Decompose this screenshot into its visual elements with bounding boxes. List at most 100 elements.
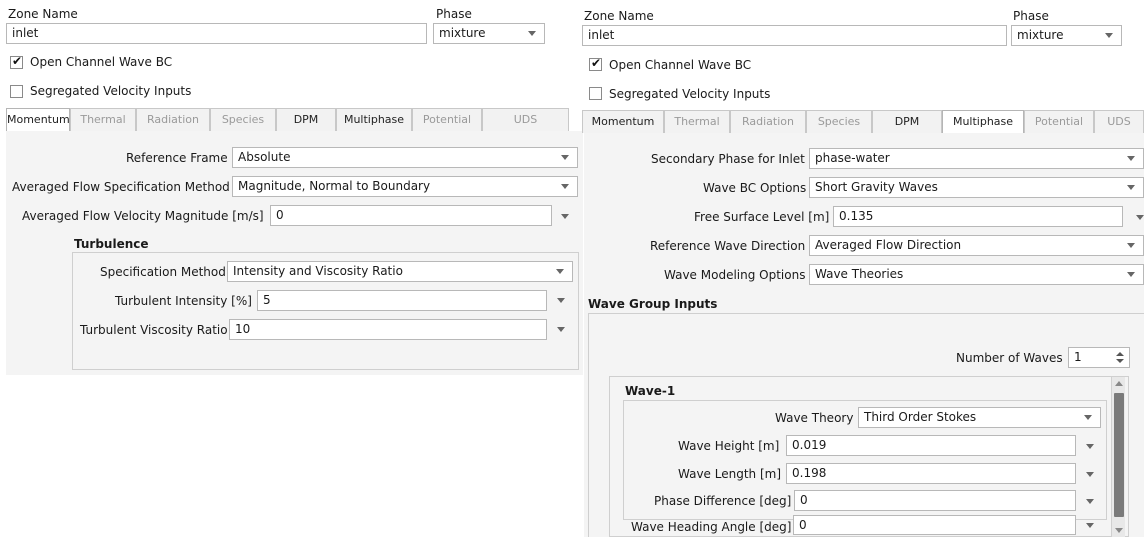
turbulent-intensity-field[interactable]: 5 xyxy=(257,290,547,311)
phase-select[interactable]: mixture xyxy=(433,23,545,44)
dropdown-arrow-icon[interactable] xyxy=(557,298,565,303)
segregated-velocity-label: Segregated Velocity Inputs xyxy=(609,87,771,101)
tab-uds[interactable]: UDS xyxy=(1094,110,1144,133)
wave-theory-value: Third Order Stokes xyxy=(864,410,977,424)
wave-modeling-options-select[interactable]: Wave Theories xyxy=(809,264,1144,285)
reference-wave-direction-select[interactable]: Averaged Flow Direction xyxy=(809,235,1144,256)
tab-thermal[interactable]: Thermal xyxy=(664,110,730,133)
tab-bar: Momentum Thermal Radiation Species DPM M… xyxy=(582,110,1144,134)
segregated-velocity-checkbox[interactable] xyxy=(589,87,602,100)
number-of-waves-spinner[interactable]: 1 xyxy=(1068,347,1130,368)
tab-bar: Momentum Thermal Radiation Species DPM M… xyxy=(6,108,569,132)
dropdown-arrow-icon[interactable] xyxy=(557,327,565,332)
chevron-down-icon xyxy=(1105,33,1113,38)
reference-wave-direction-value: Averaged Flow Direction xyxy=(815,238,962,252)
reference-frame-label: Reference Frame xyxy=(126,151,228,165)
velocity-magnitude-label: Averaged Flow Velocity Magnitude [m/s] xyxy=(22,209,264,223)
dropdown-arrow-icon[interactable] xyxy=(1086,444,1094,449)
wave-bc-options-value: Short Gravity Waves xyxy=(815,180,938,194)
chevron-down-icon xyxy=(556,269,564,274)
chevron-down-icon xyxy=(1127,272,1135,277)
phase-difference-label: Phase Difference [deg] xyxy=(654,494,792,508)
tab-thermal[interactable]: Thermal xyxy=(70,108,136,131)
wave-theory-label: Wave Theory xyxy=(775,411,854,425)
scroll-down-icon[interactable] xyxy=(1115,528,1123,533)
turbulence-title: Turbulence xyxy=(74,237,149,251)
spec-method-label: Specification Method xyxy=(100,265,226,279)
wave-height-field[interactable]: 0.019 xyxy=(786,435,1076,456)
secondary-phase-select[interactable]: phase-water xyxy=(809,148,1144,169)
chevron-down-icon xyxy=(1127,156,1135,161)
tab-potential[interactable]: Potential xyxy=(1024,110,1094,133)
velocity-magnitude-field[interactable]: 0 xyxy=(270,205,552,226)
spec-method-select[interactable]: Intensity and Viscosity Ratio xyxy=(227,261,573,282)
turbulent-intensity-label: Turbulent Intensity [%] xyxy=(115,294,252,308)
zone-name-field[interactable]: inlet xyxy=(6,23,427,44)
wave-heading-angle-field[interactable]: 0 xyxy=(793,515,1076,535)
phase-label: Phase xyxy=(1013,9,1049,23)
wave-heading-angle-label: Wave Heading Angle [deg] xyxy=(631,520,792,534)
wave-1-title: Wave-1 xyxy=(625,384,676,398)
wave-bc-options-select[interactable]: Short Gravity Waves xyxy=(809,177,1144,198)
reference-wave-direction-label: Reference Wave Direction xyxy=(650,239,806,253)
dropdown-arrow-icon[interactable] xyxy=(1086,472,1094,477)
wave-height-label: Wave Height [m] xyxy=(678,439,780,453)
tab-radiation[interactable]: Radiation xyxy=(730,110,806,133)
secondary-phase-label: Secondary Phase for Inlet xyxy=(651,152,805,166)
segregated-velocity-checkbox[interactable] xyxy=(10,85,23,98)
zone-name-label: Zone Name xyxy=(584,9,654,23)
spec-method-value: Intensity and Viscosity Ratio xyxy=(233,264,403,278)
tab-multiphase[interactable]: Multiphase xyxy=(336,108,412,131)
phase-select-value: mixture xyxy=(439,26,486,40)
tab-dpm[interactable]: DPM xyxy=(872,110,942,133)
tab-uds[interactable]: UDS xyxy=(482,108,569,131)
wave-bc-options-label: Wave BC Options xyxy=(703,181,807,195)
chevron-down-icon xyxy=(561,155,569,160)
free-surface-label: Free Surface Level [m] xyxy=(694,210,830,224)
vertical-scrollbar[interactable] xyxy=(1111,377,1125,537)
free-surface-field[interactable]: 0.135 xyxy=(833,206,1123,227)
chevron-down-icon xyxy=(1127,185,1135,190)
tab-species[interactable]: Species xyxy=(806,110,872,133)
dropdown-arrow-icon[interactable] xyxy=(1136,215,1144,220)
open-channel-checkbox[interactable]: ✔ xyxy=(589,56,602,71)
phase-select[interactable]: mixture xyxy=(1011,25,1122,46)
phase-difference-field[interactable]: 0 xyxy=(794,490,1076,511)
wave-group-inputs-title: Wave Group Inputs xyxy=(588,297,718,311)
spin-up-icon[interactable] xyxy=(1116,352,1124,356)
dropdown-arrow-icon[interactable] xyxy=(561,214,569,219)
wave-modeling-options-value: Wave Theories xyxy=(815,267,904,281)
checkmark-icon: ✔ xyxy=(12,54,23,68)
tab-multiphase[interactable]: Multiphase xyxy=(942,110,1024,134)
zone-name-field[interactable]: inlet xyxy=(582,25,1007,46)
open-channel-label: Open Channel Wave BC xyxy=(609,58,752,72)
tab-radiation[interactable]: Radiation xyxy=(136,108,210,131)
open-channel-label: Open Channel Wave BC xyxy=(30,55,173,69)
secondary-phase-value: phase-water xyxy=(815,151,890,165)
reference-frame-value: Absolute xyxy=(238,150,291,164)
tab-momentum[interactable]: Momentum xyxy=(6,108,70,132)
turbulent-viscosity-label: Turbulent Viscosity Ratio xyxy=(80,323,228,337)
flow-spec-value: Magnitude, Normal to Boundary xyxy=(238,179,431,193)
tab-species[interactable]: Species xyxy=(210,108,276,131)
checkmark-icon: ✔ xyxy=(591,56,602,70)
flow-spec-select[interactable]: Magnitude, Normal to Boundary xyxy=(232,176,578,197)
open-channel-checkbox[interactable]: ✔ xyxy=(10,54,23,69)
tab-momentum[interactable]: Momentum xyxy=(582,110,664,133)
reference-frame-select[interactable]: Absolute xyxy=(232,147,578,168)
wave-length-field[interactable]: 0.198 xyxy=(786,463,1076,484)
scroll-up-icon[interactable] xyxy=(1115,381,1123,386)
dropdown-arrow-icon[interactable] xyxy=(1086,499,1094,504)
number-of-waves-label: Number of Waves xyxy=(956,351,1063,365)
chevron-down-icon xyxy=(1127,243,1135,248)
wave-theory-select[interactable]: Third Order Stokes xyxy=(858,407,1101,428)
scrollbar-thumb[interactable] xyxy=(1114,393,1124,517)
phase-label: Phase xyxy=(436,7,472,21)
tab-dpm[interactable]: DPM xyxy=(276,108,336,131)
chevron-down-icon xyxy=(1084,415,1092,420)
dropdown-arrow-icon[interactable] xyxy=(1086,523,1094,528)
phase-select-value: mixture xyxy=(1017,28,1064,42)
turbulent-viscosity-field[interactable]: 10 xyxy=(229,319,547,340)
tab-potential[interactable]: Potential xyxy=(412,108,482,131)
spin-down-icon[interactable] xyxy=(1116,359,1124,363)
